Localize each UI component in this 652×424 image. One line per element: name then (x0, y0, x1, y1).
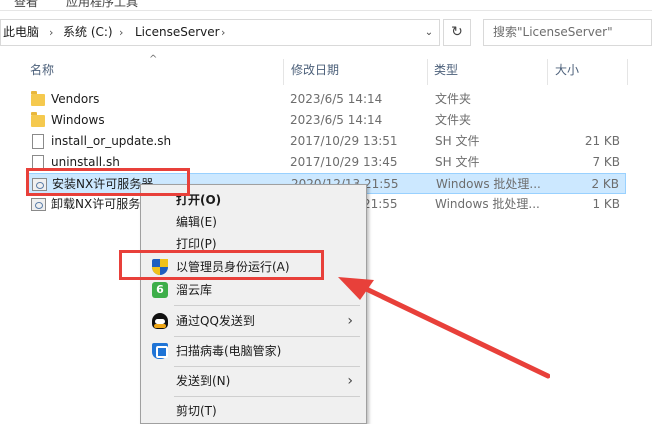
file-name: Vendors (51, 92, 100, 106)
breadcrumb-this-pc[interactable]: 此电脑 (3, 20, 39, 45)
column-divider[interactable] (547, 59, 548, 85)
file-date: 2017/10/29 13:51 (290, 134, 398, 148)
search-input[interactable]: 搜索"LicenseServer" (493, 20, 613, 45)
file-name: Windows (51, 113, 105, 127)
file-size: 1 KB (592, 197, 620, 211)
batch-file-icon (31, 198, 46, 211)
file-size: 2 KB (591, 177, 619, 191)
column-type[interactable]: 类型 (434, 56, 458, 84)
file-row-install-or-update[interactable]: install_or_update.sh 2017/10/29 13:51 SH… (28, 131, 626, 152)
file-row-vendors[interactable]: Vendors 2023/6/5 14:14 文件夹 (28, 89, 626, 110)
menu-item-label: 编辑(E) (176, 215, 217, 229)
file-name: install_or_update.sh (51, 134, 172, 148)
ribbon-tab-view[interactable]: 查看 (14, 0, 38, 10)
file-size: 21 KB (584, 134, 620, 148)
column-header: ^ 名称 修改日期 类型 大小 (0, 54, 652, 85)
column-size[interactable]: 大小 (555, 56, 579, 84)
search-box[interactable]: 搜索"LicenseServer" (483, 19, 652, 46)
menu-item-label: 溜云库 (176, 283, 213, 297)
file-size: 7 KB (592, 155, 620, 169)
document-icon (32, 134, 44, 149)
folder-icon (31, 91, 45, 106)
sort-up-icon: ^ (149, 54, 158, 65)
address-row: 此电脑 › 系统 (C:) › LicenseServer › ⌄ ↻ 搜索"L… (0, 14, 652, 52)
folder-icon (31, 112, 45, 127)
column-name[interactable]: 名称 (30, 56, 54, 84)
qq-penguin-icon (152, 313, 168, 329)
pc-manager-shield-icon (152, 343, 168, 359)
column-divider[interactable] (427, 59, 428, 85)
file-type: Windows 批处理... (435, 197, 540, 211)
menu-item-label: 剪切(T) (176, 404, 217, 418)
file-name: 卸载NX许可服务器 (51, 197, 153, 211)
annotation-arrow-icon (338, 277, 550, 379)
file-date: 2017/10/29 13:45 (290, 155, 398, 169)
menu-item-label: 通过QQ发送到 (176, 314, 255, 328)
file-type: 文件夹 (435, 113, 472, 127)
breadcrumb-system-c[interactable]: 系统 (C:) (63, 20, 113, 45)
column-date-modified[interactable]: 修改日期 (291, 56, 339, 84)
breadcrumb-license-server[interactable]: LicenseServer (135, 20, 220, 45)
address-dropdown-icon[interactable]: ⌄ (417, 20, 441, 45)
file-date: 2023/6/5 14:14 (290, 113, 383, 127)
liuyunku-icon: 6 (152, 282, 168, 298)
breadcrumb-separator-icon[interactable]: › (49, 20, 53, 45)
breadcrumb-separator-icon[interactable]: › (221, 20, 225, 45)
breadcrumb-separator-icon[interactable]: › (119, 20, 123, 45)
menu-item-edit[interactable]: 编辑(E) (144, 211, 363, 233)
ribbon-tabs: 查看 应用程序工具 (0, 0, 652, 11)
annotation-highlight-file (26, 168, 190, 196)
annotation-arrow-shaft (357, 283, 550, 379)
file-type: SH 文件 (435, 155, 480, 169)
column-divider[interactable] (283, 59, 284, 85)
file-type: SH 文件 (435, 134, 480, 148)
refresh-icon: ↻ (451, 24, 463, 40)
menu-item-label: 发送到(N) (176, 374, 231, 388)
file-row-windows[interactable]: Windows 2023/6/5 14:14 文件夹 (28, 110, 626, 131)
column-divider[interactable] (627, 59, 628, 85)
menu-item-cut[interactable]: 剪切(T) (144, 400, 363, 422)
file-type: 文件夹 (435, 92, 472, 106)
file-date: 2023/6/5 14:14 (290, 92, 383, 106)
refresh-button[interactable]: ↻ (443, 19, 471, 46)
address-bar[interactable]: 此电脑 › 系统 (C:) › LicenseServer › ⌄ (0, 19, 440, 46)
file-type: Windows 批处理... (436, 177, 541, 191)
annotation-highlight-run-as-admin (119, 250, 324, 280)
menu-item-label: 扫描病毒(电脑管家) (176, 344, 282, 358)
ribbon-tab-app-tools[interactable]: 应用程序工具 (66, 0, 138, 10)
menu-separator (174, 396, 360, 397)
